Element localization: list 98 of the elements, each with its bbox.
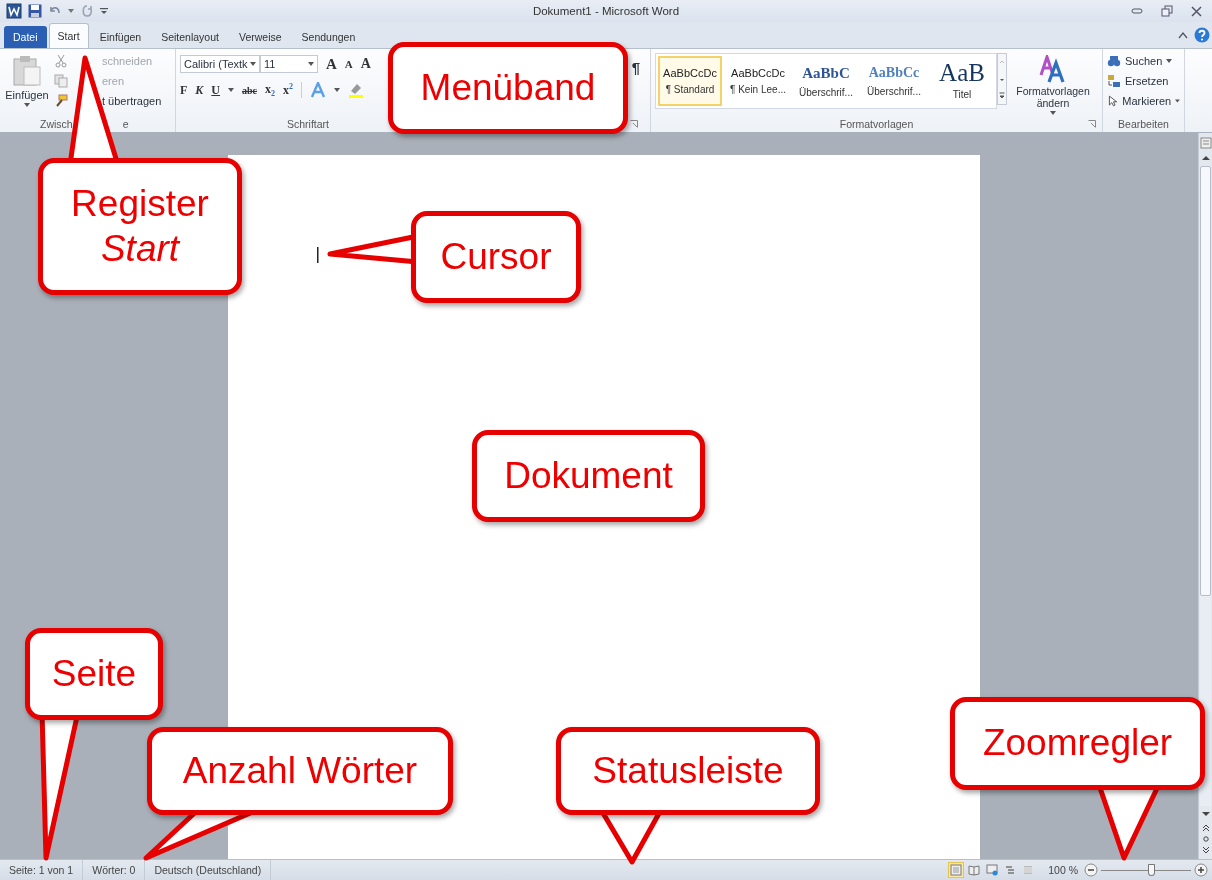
- group-label: Schriftart: [287, 118, 329, 130]
- style-name: Überschrif...: [867, 86, 921, 97]
- vertical-scrollbar[interactable]: [1198, 133, 1212, 859]
- style-name: ¶ Kein Lee...: [730, 84, 786, 95]
- scroll-down-icon[interactable]: [1200, 810, 1211, 818]
- caret-icon[interactable]: [68, 9, 74, 13]
- text-cursor-icon: [316, 247, 320, 263]
- save-icon[interactable]: [28, 4, 42, 18]
- view-button[interactable]: [948, 862, 965, 878]
- caret-icon: [24, 103, 30, 107]
- styles-icon: [1039, 55, 1067, 83]
- style-tile[interactable]: AaBbCc Überschrif...: [862, 56, 926, 106]
- style-tile[interactable]: AaBbCcDc ¶ Kein Lee...: [726, 56, 790, 106]
- customize-icon[interactable]: [100, 7, 108, 15]
- style-preview: AaBbC: [802, 64, 850, 82]
- style-tile[interactable]: AaBbC Überschrif...: [794, 56, 858, 106]
- format-button[interactable]: U: [211, 82, 221, 98]
- grow-font-button[interactable]: A: [326, 55, 337, 73]
- redo-icon[interactable]: [80, 4, 94, 18]
- caret-icon: [308, 62, 314, 66]
- editing-button[interactable]: Ersetzen: [1107, 73, 1180, 89]
- group-label: Formatvorlagen: [839, 118, 914, 130]
- zoom-out-icon[interactable]: [1084, 863, 1098, 877]
- ribbon-tab[interactable]: Einfügen: [90, 26, 151, 48]
- style-name: Überschrif...: [799, 86, 853, 98]
- zoom-slider[interactable]: [1101, 864, 1191, 876]
- copy-icon: [54, 74, 68, 88]
- callout: Cursor: [411, 211, 581, 303]
- collapse-ribbon-icon[interactable]: [1178, 31, 1188, 39]
- word-logo-icon[interactable]: [6, 3, 22, 19]
- format-button[interactable]: K: [195, 82, 204, 98]
- clipboard-icon: [12, 55, 42, 87]
- callout: Dokument: [472, 430, 705, 522]
- font-name-field[interactable]: Calibri (Textk: [180, 55, 260, 73]
- close-icon[interactable]: [1191, 5, 1202, 17]
- scroll-thumb[interactable]: [1200, 166, 1211, 596]
- ribbon-tab[interactable]: Verweise: [229, 26, 291, 48]
- style-preview: AaB: [939, 62, 985, 84]
- browse-buttons-icon[interactable]: [1200, 822, 1211, 856]
- style-tile[interactable]: AaBbCcDc ¶ Standard: [658, 56, 722, 106]
- caret-icon: [250, 62, 256, 66]
- zoom-percent[interactable]: 100 %: [1048, 864, 1078, 876]
- scroll-up-icon[interactable]: [1200, 154, 1211, 162]
- zoom-in-icon[interactable]: [1194, 863, 1208, 877]
- format-button[interactable]: x$^{2}$: [283, 82, 294, 98]
- clear-format-button[interactable]: A: [360, 56, 371, 72]
- window-title: Dokument1 - Microsoft Word: [532, 5, 680, 17]
- book-icon: [968, 864, 981, 876]
- style-name: Titel: [952, 89, 972, 100]
- pilcrow-button[interactable]: ¶: [631, 59, 640, 76]
- format-button[interactable]: abc: [242, 84, 258, 96]
- dialog-launcher-icon[interactable]: [1088, 120, 1096, 128]
- style-name: ¶ Standard: [665, 84, 715, 95]
- restore-icon[interactable]: [1161, 5, 1173, 17]
- page-icon: [950, 864, 963, 876]
- view-button[interactable]: [966, 862, 983, 878]
- caret-icon: [1050, 111, 1056, 115]
- format-button[interactable]: F: [180, 82, 188, 98]
- binoculars-icon: [1107, 54, 1121, 68]
- group-label: Bearbeiten: [1118, 118, 1169, 130]
- ribbon-tab[interactable]: Seitenlayout: [152, 26, 228, 48]
- view-button[interactable]: [984, 862, 1001, 878]
- style-preview: AaBbCcDc: [731, 67, 785, 79]
- callout: Seite: [25, 628, 163, 720]
- style-preview: AaBbCc: [868, 65, 920, 81]
- ribbon-tab[interactable]: Start: [48, 23, 89, 48]
- zoom-slider-thumb[interactable]: [1147, 864, 1155, 876]
- web-page-icon: [986, 864, 999, 876]
- style-tile[interactable]: AaB Titel: [930, 56, 994, 106]
- minimize-icon[interactable]: [1131, 7, 1143, 15]
- paste-button[interactable]: Einfügen: [4, 53, 50, 116]
- scissors-icon: [54, 54, 68, 68]
- change-styles-button[interactable]: Formatvorlagen ändern: [1011, 53, 1095, 116]
- dialog-launcher-icon[interactable]: [630, 120, 638, 128]
- caret-icon[interactable]: [228, 88, 235, 92]
- callout: Register Start: [38, 158, 242, 295]
- help-icon[interactable]: [1194, 27, 1210, 43]
- callout: Menüband: [388, 42, 628, 134]
- shrink-font-button[interactable]: A: [344, 58, 353, 70]
- format-button[interactable]: x$_{2}$: [265, 81, 276, 99]
- ribbon-tab[interactable]: Sendungen: [292, 26, 365, 48]
- clipboard-button[interactable]: t übertragen: [54, 93, 162, 109]
- group-label: Zwisch: [40, 118, 73, 130]
- brush-icon: [54, 94, 68, 108]
- font-size-field[interactable]: 11: [260, 55, 318, 73]
- text-effect-icon[interactable]: [310, 82, 327, 98]
- file-tab[interactable]: Datei: [4, 26, 47, 48]
- outline-icon: [1004, 864, 1017, 876]
- draft-icon: [1022, 864, 1035, 876]
- editing-button[interactable]: Suchen: [1107, 53, 1180, 69]
- highlighter-icon[interactable]: [348, 82, 365, 98]
- pointer-icon: [1107, 94, 1119, 108]
- editing-button[interactable]: Markieren: [1107, 93, 1180, 109]
- replace-icon: [1107, 74, 1121, 88]
- gallery-scroll-icon[interactable]: [997, 53, 1007, 105]
- group-label: e: [122, 118, 129, 130]
- style-preview: AaBbCcDc: [663, 67, 717, 79]
- caret-icon[interactable]: [334, 88, 341, 92]
